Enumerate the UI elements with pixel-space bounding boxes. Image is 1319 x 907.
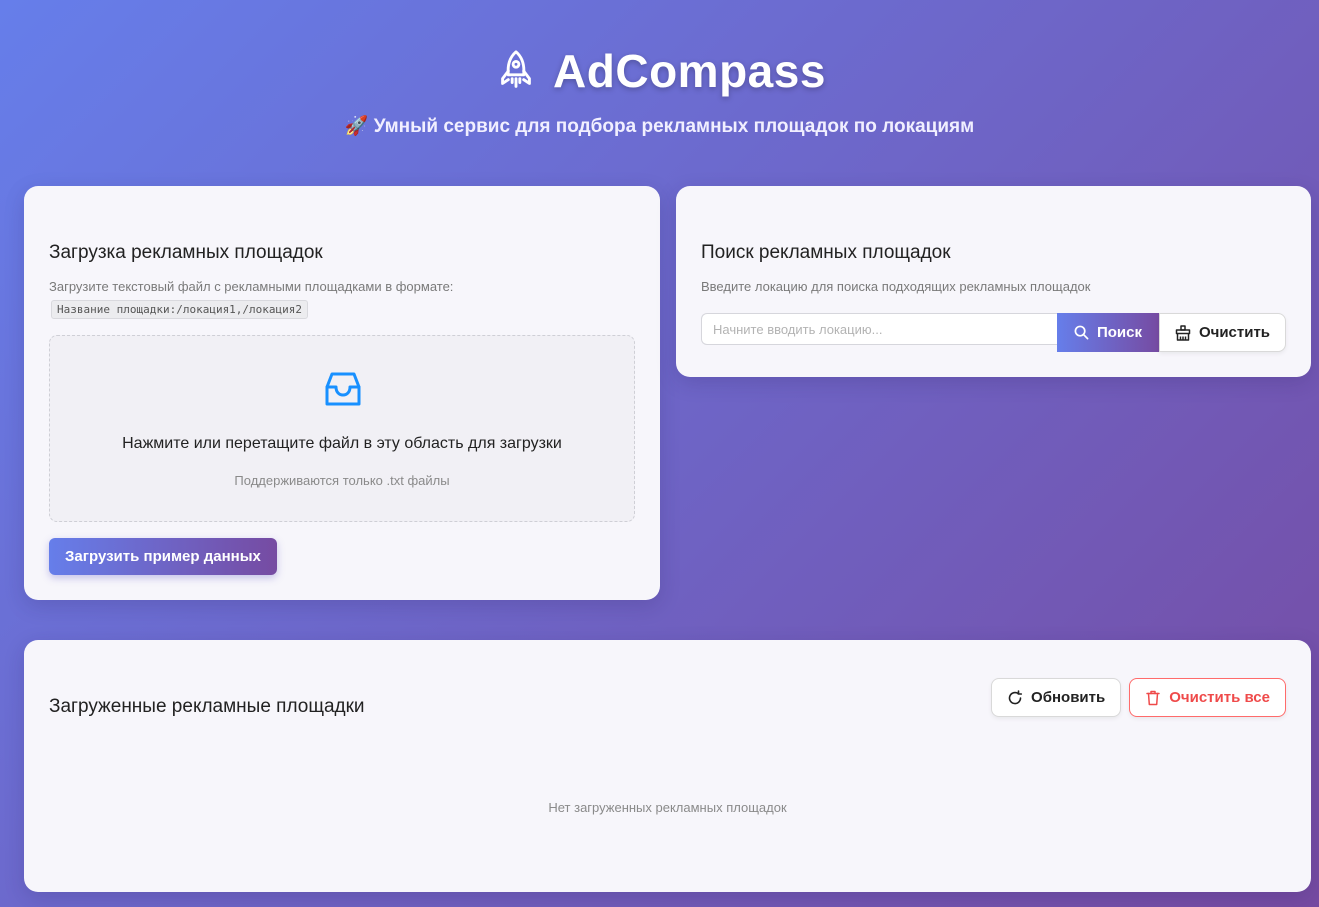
search-card: Поиск рекламных площадок Введите локацию… <box>676 186 1311 377</box>
dropzone-text: Нажмите или перетащите файл в эту област… <box>122 435 562 452</box>
upload-hint: Загрузите текстовый файл с рекламными пл… <box>49 279 454 294</box>
upload-card-title: Загрузка рекламных площадок <box>49 242 323 263</box>
search-card-title: Поиск рекламных площадок <box>701 242 951 263</box>
refresh-button-label: Обновить <box>1031 689 1106 706</box>
app-title: AdCompass <box>553 45 826 97</box>
upload-card: Загрузка рекламных площадок Загрузите те… <box>24 186 660 600</box>
location-search-input[interactable] <box>701 313 1057 345</box>
clear-all-button-label: Очистить все <box>1169 689 1270 706</box>
refresh-button[interactable]: Обновить <box>991 678 1122 717</box>
trash-icon <box>1145 690 1161 706</box>
clear-all-button[interactable]: Очистить все <box>1129 678 1286 717</box>
reload-icon <box>1007 689 1023 706</box>
rocket-icon <box>493 48 539 94</box>
search-button-label: Поиск <box>1096 324 1142 341</box>
upload-dropzone[interactable]: Нажмите или перетащите файл в эту област… <box>49 335 635 522</box>
search-icon <box>1074 325 1089 340</box>
search-hint: Введите локацию для поиска подходящих ре… <box>701 279 1091 294</box>
load-sample-button[interactable]: Загрузить пример данных <box>49 538 277 575</box>
format-example: Название площадки:/локация1,/локация2 <box>51 300 309 319</box>
inbox-icon <box>323 370 363 410</box>
clear-search-button[interactable]: Очистить <box>1159 313 1286 352</box>
clear-button-label: Очистить <box>1198 324 1271 341</box>
empty-state-text: Нет загруженных рекламных площадок <box>548 800 787 815</box>
list-card-title: Загруженные рекламные площадки <box>49 696 365 717</box>
list-actions: Обновить Очистить все <box>991 678 1286 717</box>
logo-row: AdCompass <box>0 40 1319 102</box>
search-button[interactable]: Поиск <box>1057 313 1159 352</box>
app-subtitle: 🚀 Умный сервис для подбора рекламных пло… <box>344 116 975 137</box>
placements-list-card: Загруженные рекламные площадки Обновить … <box>24 640 1311 892</box>
page-header: AdCompass 🚀 Умный сервис для подбора рек… <box>0 40 1319 138</box>
search-bar: Поиск Очистить <box>701 313 1286 352</box>
broom-icon <box>1175 324 1191 341</box>
dropzone-subtext: Поддерживаются только .txt файлы <box>234 473 450 488</box>
